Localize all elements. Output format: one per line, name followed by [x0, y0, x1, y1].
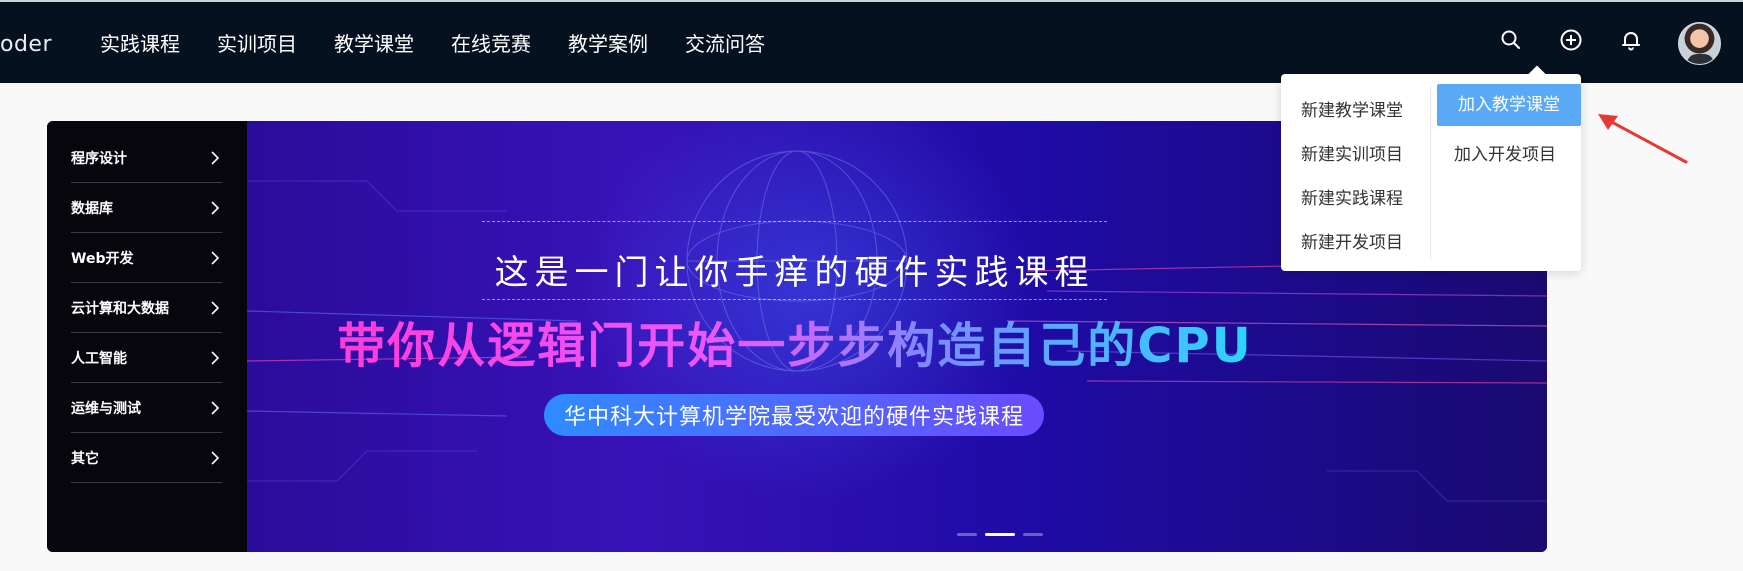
hero-headline: 带你从逻辑门开始一步步构造自己的CPU [325, 306, 1265, 376]
sidebar-item-label: 其它 [71, 450, 99, 467]
menu-item-join-classroom[interactable]: 加入教学课堂 [1437, 84, 1581, 126]
sidebar-item-label: 程序设计 [71, 150, 127, 167]
sidebar-item-cloud-bigdata[interactable]: 云计算和大数据 [71, 283, 222, 333]
sidebar-item-label: 数据库 [71, 200, 113, 217]
nav-qa[interactable]: 交流问答 [685, 28, 765, 57]
nav-training-projects[interactable]: 实训项目 [217, 28, 297, 57]
nav-practice-courses[interactable]: 实践课程 [100, 28, 180, 57]
annotation-arrow-icon [1598, 114, 1688, 164]
nav-teaching-cases[interactable]: 教学案例 [568, 28, 648, 57]
site-logo[interactable]: oder [0, 32, 52, 57]
main-nav: 实践课程 实训项目 教学课堂 在线竞赛 教学案例 交流问答 [100, 2, 802, 83]
sidebar-item-web[interactable]: Web开发 [71, 233, 222, 283]
carousel-indicators [957, 533, 1043, 536]
menu-item-join-dev-project[interactable]: 加入开发项目 [1454, 140, 1556, 165]
sidebar-item-label: 运维与测试 [71, 400, 141, 417]
nav-competitions[interactable]: 在线竞赛 [451, 28, 531, 57]
nav-classrooms[interactable]: 教学课堂 [334, 28, 414, 57]
chevron-right-icon [211, 251, 220, 265]
menu-item-new-practice-course[interactable]: 新建实践课程 [1301, 184, 1403, 209]
sidebar-item-label: 人工智能 [71, 350, 127, 367]
sidebar-item-ops-testing[interactable]: 运维与测试 [71, 383, 222, 433]
carousel-dot[interactable] [1023, 533, 1043, 536]
menu-divider [1430, 86, 1431, 259]
bell-icon[interactable] [1615, 24, 1647, 56]
carousel-dot[interactable] [957, 533, 977, 536]
sidebar-item-database[interactable]: 数据库 [71, 183, 222, 233]
hero-subtitle-pill: 华中科大计算机学院最受欢迎的硬件实践课程 [544, 394, 1044, 436]
search-icon[interactable] [1495, 24, 1527, 56]
menu-item-new-dev-project[interactable]: 新建开发项目 [1301, 228, 1403, 253]
sidebar-item-label: 云计算和大数据 [71, 300, 169, 317]
chevron-right-icon [211, 201, 220, 215]
chevron-right-icon [211, 351, 220, 365]
avatar-figure [1687, 54, 1714, 64]
chevron-right-icon [211, 451, 220, 465]
menu-item-new-classroom[interactable]: 新建教学课堂 [1301, 96, 1403, 121]
sidebar-item-ai[interactable]: 人工智能 [71, 333, 222, 383]
chevron-right-icon [211, 301, 220, 315]
hero-divider-top [482, 221, 1107, 222]
category-sidebar: 程序设计 数据库 Web开发 云计算和大数据 人工智能 运维与测试 其它 [47, 121, 247, 552]
hero-divider-bottom [482, 299, 1107, 300]
chevron-right-icon [211, 151, 220, 165]
hero-title: 这是一门让你手痒的硬件实践课程 [494, 253, 1095, 293]
user-avatar[interactable] [1678, 22, 1721, 65]
sidebar-item-label: Web开发 [71, 250, 134, 267]
sidebar-item-other[interactable]: 其它 [71, 433, 222, 483]
top-navbar: oder 实践课程 实训项目 教学课堂 在线竞赛 教学案例 交流问答 [0, 2, 1743, 83]
carousel-dot-active[interactable] [985, 533, 1015, 536]
sidebar-item-programming[interactable]: 程序设计 [71, 133, 222, 183]
add-circle-icon[interactable] [1555, 24, 1587, 56]
chevron-right-icon [211, 401, 220, 415]
menu-item-new-training-project[interactable]: 新建实训项目 [1301, 140, 1403, 165]
create-join-dropdown: 新建教学课堂 新建实训项目 新建实践课程 新建开发项目 加入教学课堂 加入开发项… [1281, 74, 1581, 271]
